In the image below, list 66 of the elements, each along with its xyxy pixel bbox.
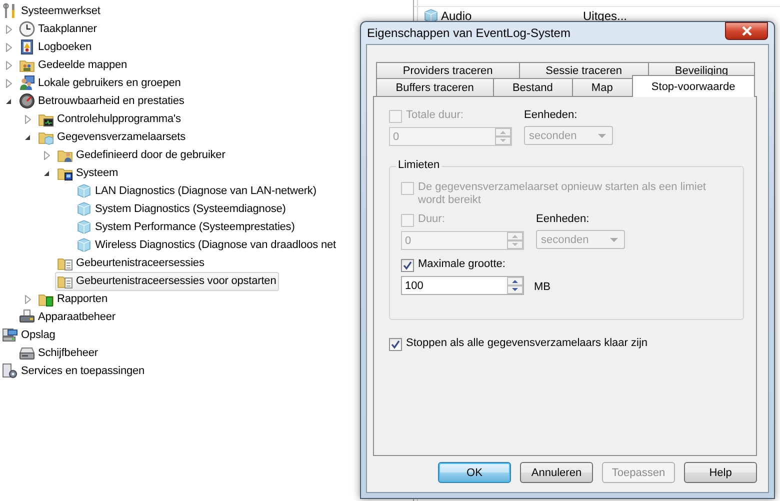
tree-item[interactable]: Services en toepassingen [0, 362, 148, 380]
tree-item[interactable]: Gedefinieerd door de gebruiker [55, 146, 228, 164]
storage-icon [2, 327, 18, 343]
caret-icon [598, 134, 606, 138]
device-icon [19, 309, 35, 325]
close-button[interactable] [725, 22, 768, 40]
expand-arrow-icon[interactable] [24, 134, 31, 140]
window-title: Eigenschappen van EventLog-System [367, 26, 570, 40]
number-field[interactable]: 100 [401, 276, 524, 295]
caret-icon [610, 238, 618, 242]
dialog-button[interactable]: Help [684, 462, 757, 483]
tab[interactable]: Buffers traceren [376, 78, 494, 96]
tree-item[interactable]: Systeem [55, 164, 122, 182]
checkbox-label: Duur: [418, 213, 445, 226]
tab[interactable]: Sessie traceren [518, 62, 649, 78]
users-icon [19, 75, 35, 91]
field-label: Eenheden: [536, 213, 590, 226]
tree-item[interactable]: Systeemwerkset [0, 2, 104, 20]
expand-arrow-icon[interactable] [43, 170, 50, 176]
tree-item[interactable]: System Diagnostics (Systeemdiagnose) [74, 200, 289, 218]
tab[interactable]: Map [572, 78, 633, 96]
tree-item[interactable]: Rapporten [36, 290, 110, 308]
dialog-button[interactable]: OK [438, 462, 511, 483]
close-icon [740, 26, 752, 36]
tab[interactable]: Providers traceren [376, 62, 520, 78]
checkbox-label: Stoppen als alle gegevensverzamelaars klaar zijn [406, 337, 648, 350]
checkbox-label: Maximale grootte: [418, 258, 506, 271]
tree-item[interactable]: Wireless Diagnostics (Diagnose van draadloos net [74, 236, 339, 254]
tree-item[interactable]: Opslag [0, 326, 58, 344]
gauge-icon [19, 93, 35, 109]
unit-label: MB [534, 280, 550, 292]
cube-icon [423, 8, 439, 24]
tree-item[interactable]: Gebeurtenistraceersessies [55, 254, 208, 272]
tree-item[interactable]: Lokale gebruikers en groepen [17, 74, 184, 92]
tree-item[interactable]: Betrouwbaarheid en prestaties [17, 92, 188, 110]
dialog-button[interactable]: Annuleren [520, 462, 593, 483]
tree-item[interactable]: Gegevensverzamelaarsets [36, 128, 189, 146]
tree-item[interactable]: System Performance (Systeemprestaties) [74, 218, 298, 236]
tree-item[interactable]: Apparaatbeheer [17, 308, 118, 326]
cube-icon [76, 201, 92, 217]
tab[interactable]: Stop-voorwaarde [632, 75, 755, 97]
tree-item[interactable]: Gebeurtenistraceersessies voor opstarten [55, 272, 280, 290]
clock-icon [19, 21, 35, 37]
field-label: Eenheden: [524, 109, 578, 122]
tree-item[interactable]: Taakplanner [17, 20, 100, 38]
spin-buttons[interactable] [507, 277, 523, 294]
services-icon [2, 363, 18, 379]
checkbox-label: De gegevensverzamelaarset opnieuw starten als een limiet wordt bereikt [418, 181, 707, 207]
cube-icon [76, 183, 92, 199]
cube-icon [76, 219, 92, 235]
list-cell: Uitges... [583, 9, 628, 23]
tree-item[interactable]: Schijfbeheer [17, 344, 101, 362]
checkbox-label: Totale duur: [406, 109, 464, 122]
checkbox[interactable] [401, 259, 414, 272]
tree-item[interactable]: Gedeelde mappen [17, 56, 130, 74]
checkbox[interactable] [389, 338, 402, 351]
tree-item[interactable]: Logboeken [17, 38, 95, 56]
tree-item[interactable]: LAN Diagnostics (Diagnose van LAN-netwerk) [74, 182, 320, 200]
tab[interactable]: Bestand [492, 78, 573, 96]
cube-icon [76, 237, 92, 253]
list-cell: Audio [441, 9, 472, 23]
tree-item[interactable]: Controlehulpprogramma's [36, 110, 184, 128]
disk-icon [19, 345, 35, 361]
expand-arrow-icon[interactable] [5, 98, 12, 104]
logbook-icon [19, 39, 35, 55]
group-title: Limieten [396, 159, 442, 171]
